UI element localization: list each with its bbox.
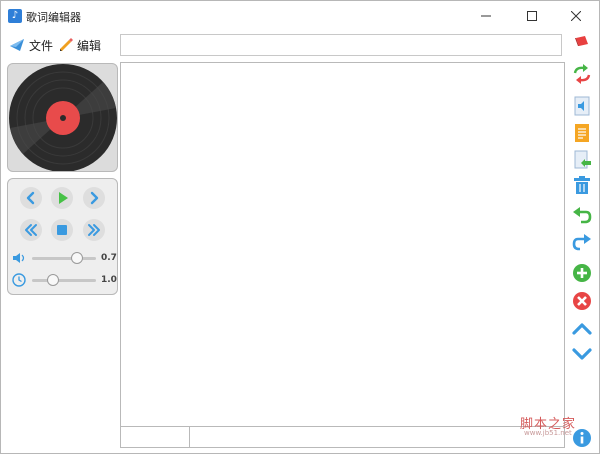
audio-file-button[interactable]	[572, 96, 592, 116]
flag-button[interactable]	[574, 35, 590, 51]
stop-icon	[57, 225, 67, 235]
close-icon	[571, 11, 581, 21]
chevron-left-icon	[26, 191, 35, 205]
audio-file-icon	[574, 96, 590, 116]
maximize-icon	[527, 11, 537, 21]
minimize-button[interactable]	[463, 1, 509, 31]
undo-icon	[573, 207, 592, 224]
speed-slider-row: 1.0	[12, 273, 117, 287]
import-button[interactable]	[572, 150, 592, 170]
undo-button[interactable]	[572, 206, 592, 226]
double-chevron-right-icon	[88, 224, 100, 236]
move-down-button[interactable]	[572, 344, 592, 364]
previous-button[interactable]	[20, 187, 42, 209]
trash-icon	[574, 176, 590, 194]
speed-slider-track[interactable]	[32, 279, 96, 282]
clock-icon	[12, 273, 26, 287]
close-button[interactable]	[553, 1, 599, 31]
lyrics-list[interactable]	[120, 62, 565, 427]
speaker-icon	[13, 253, 25, 263]
menu-file[interactable]: 文件	[9, 35, 53, 55]
status-cell-time	[121, 427, 190, 447]
move-down-icon	[572, 348, 592, 360]
vinyl-disc-icon	[9, 64, 117, 171]
paper-plane-icon	[10, 39, 24, 51]
menu-edit[interactable]: 编辑	[59, 35, 101, 55]
redo-icon	[572, 234, 591, 251]
document-button[interactable]	[572, 123, 592, 143]
swap-button[interactable]	[572, 64, 592, 84]
playback-controls: 0.7 1.0	[7, 178, 118, 295]
status-bar	[120, 426, 565, 448]
double-chevron-left-icon	[25, 224, 37, 236]
redo-button[interactable]	[572, 233, 592, 253]
status-cell-text	[191, 427, 564, 447]
minimize-icon	[481, 15, 491, 17]
chevron-right-icon	[90, 191, 99, 205]
move-up-icon	[572, 323, 592, 335]
lyric-line-input[interactable]	[120, 34, 562, 56]
document-icon	[575, 124, 589, 142]
rewind-button[interactable]	[20, 219, 42, 241]
vinyl-disc-panel	[7, 63, 118, 172]
pencil-icon	[60, 38, 73, 51]
speed-slider-thumb[interactable]	[47, 274, 60, 286]
main-window: ♪ 歌词编辑器 文件 编辑 0.7 1.0 脚本之家 www.jb51.net	[0, 0, 600, 454]
stop-button[interactable]	[51, 219, 73, 241]
play-icon	[59, 192, 68, 204]
volume-slider-track[interactable]	[32, 257, 96, 260]
music-note-icon: ♪	[8, 9, 22, 23]
volume-slider-row: 0.7	[12, 251, 117, 265]
flag-icon	[575, 36, 588, 46]
watermark-url: www.jb51.net	[524, 429, 572, 437]
window-title: 歌词编辑器	[26, 11, 81, 24]
maximize-button[interactable]	[509, 1, 555, 31]
volume-slider-thumb[interactable]	[70, 252, 83, 264]
next-button[interactable]	[83, 187, 105, 209]
add-button[interactable]	[572, 263, 592, 283]
add-icon	[573, 264, 591, 282]
title-bar: ♪ 歌词编辑器	[1, 1, 599, 31]
swap-arrows-icon	[573, 64, 591, 84]
delete-button[interactable]	[572, 175, 592, 195]
right-toolbar	[567, 62, 597, 452]
player-panel: 0.7 1.0	[6, 62, 119, 448]
menu-file-label: 文件	[29, 38, 54, 53]
play-button[interactable]	[51, 187, 73, 209]
remove-button[interactable]	[572, 291, 592, 311]
move-up-button[interactable]	[572, 319, 592, 339]
menu-edit-label: 编辑	[77, 38, 102, 53]
remove-icon	[573, 292, 591, 310]
import-icon	[574, 150, 591, 169]
speed-value: 1.0	[101, 275, 117, 285]
volume-value: 0.7	[101, 253, 117, 263]
fast-forward-button[interactable]	[83, 219, 105, 241]
